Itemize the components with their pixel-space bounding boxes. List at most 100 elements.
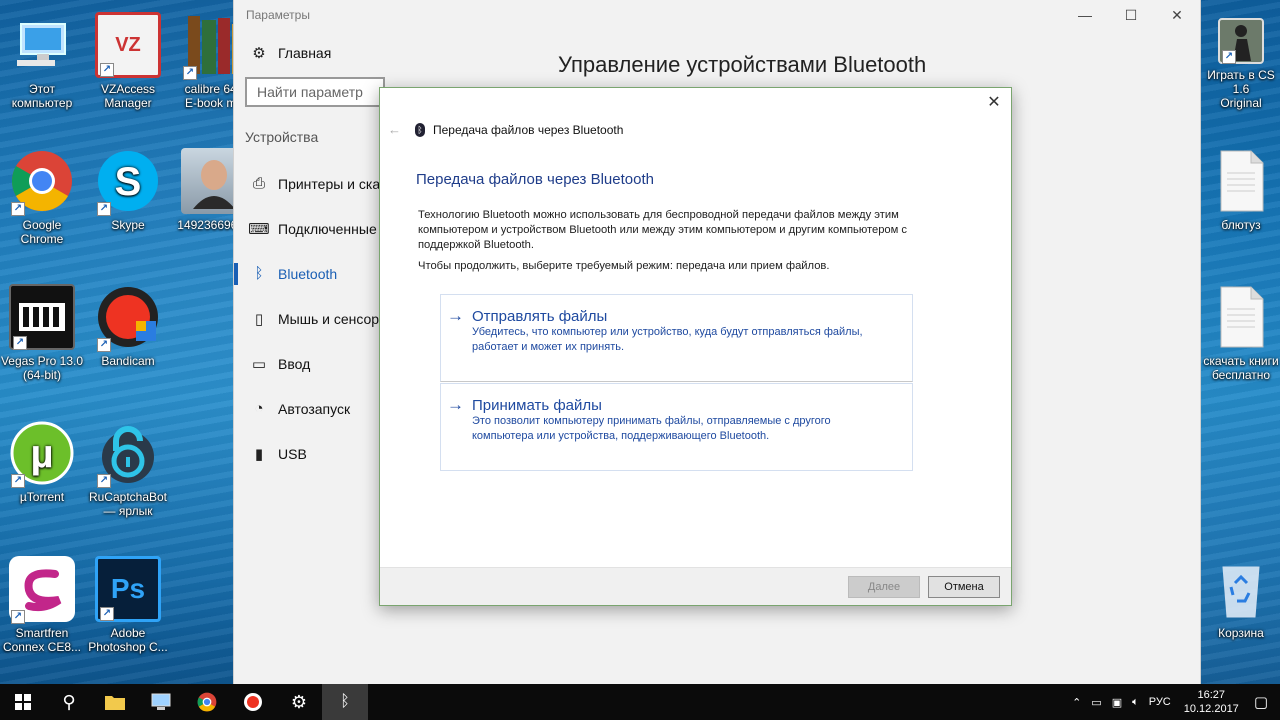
- window-title: Параметры: [246, 8, 310, 22]
- language-indicator[interactable]: РУС: [1149, 696, 1171, 708]
- desktop-icon-vegas[interactable]: ↗ Vegas Pro 13.0 (64-bit): [0, 284, 84, 382]
- keyboard-icon: ▭: [251, 355, 267, 373]
- taskbar-settings[interactable]: ⚙: [276, 684, 322, 720]
- usb-icon: ▮: [254, 445, 264, 463]
- sidebar-group-heading: Устройства: [245, 129, 319, 145]
- computer-icon: [151, 693, 171, 710]
- windows-logo-icon: [15, 694, 31, 710]
- sidebar-item-bluetooth[interactable]: ᛒ Bluetooth: [234, 251, 384, 296]
- taskbar-bluetooth[interactable]: ᛒ: [322, 684, 368, 720]
- dialog-header: ← ᛒ Передача файлов через Bluetooth: [388, 122, 623, 137]
- shortcut-arrow-icon: ↗: [97, 474, 111, 488]
- this-pc-icon: [9, 12, 75, 78]
- search-input[interactable]: Найти параметр: [245, 77, 385, 107]
- desktop-icon-this-pc[interactable]: Этот компьютер: [0, 12, 84, 110]
- sidebar-item-label: Принтеры и ска: [278, 175, 381, 192]
- dialog-header-title: Передача файлов через Bluetooth: [433, 122, 624, 137]
- taskbar: ⚲ ⚙ ᛒ ⌃ ▭ ▣ 🔈︎ РУС 16:27 10.12.2017 ▢: [0, 684, 1280, 720]
- desktop-icon-smartfren[interactable]: ↗ Smartfren Connex CE8...: [0, 556, 84, 654]
- vegas-icon: ↗: [9, 284, 75, 350]
- sidebar-item-label: Автозапуск: [278, 400, 351, 417]
- sidebar-item-label: Bluetooth: [278, 265, 338, 282]
- sidebar-item-home[interactable]: ⚙ Главная: [234, 30, 384, 75]
- receive-files-option[interactable]: → Принимать файлы Это позволит компьютер…: [440, 383, 913, 471]
- power-plug-icon[interactable]: ▭: [1091, 696, 1101, 709]
- cs-icon: ↗: [1218, 18, 1264, 64]
- close-dialog-button[interactable]: ✕: [983, 92, 1005, 114]
- shortcut-arrow-icon: ↗: [13, 336, 27, 350]
- bandicam-icon: ↗: [95, 284, 161, 352]
- search-button[interactable]: ⚲: [46, 684, 92, 720]
- folder-icon: [105, 696, 125, 710]
- gear-icon: ⚙: [252, 44, 266, 62]
- chevron-up-icon[interactable]: ⌃: [1072, 696, 1081, 709]
- text-file-icon: [1208, 148, 1274, 214]
- arrow-right-icon: →: [447, 395, 464, 414]
- maximize-button[interactable]: ☐: [1108, 0, 1154, 30]
- volume-icon[interactable]: 🔈︎: [1132, 696, 1139, 709]
- start-button[interactable]: [0, 684, 46, 720]
- taskbar-computer[interactable]: [138, 684, 184, 720]
- bluetooth-icon: ᛒ: [254, 265, 264, 282]
- shortcut-arrow-icon: ↗: [11, 610, 25, 624]
- settings-sidebar: ⚙ Главная Найти параметр Устройства ⎙ Пр…: [234, 30, 385, 476]
- cancel-button[interactable]: Отмена: [928, 576, 1000, 598]
- minimize-button[interactable]: —: [1062, 0, 1108, 30]
- close-window-button[interactable]: ✕: [1154, 0, 1200, 30]
- desktop-icon-chrome[interactable]: ↗ Google Chrome: [0, 148, 84, 246]
- sidebar-item-usb[interactable]: ▮ USB: [234, 431, 384, 476]
- shortcut-arrow-icon: ↗: [183, 66, 197, 80]
- option-title: Отправлять файлы: [472, 307, 608, 325]
- recycle-bin-icon: [1208, 556, 1274, 622]
- next-button[interactable]: Далее: [848, 576, 920, 598]
- desktop-icon-rucaptcha[interactable]: ↗ RuCaptchaBot — ярлык: [86, 420, 170, 518]
- autoplay-icon: ◔: [254, 400, 264, 417]
- sidebar-item-label: Главная: [278, 44, 332, 61]
- dialog-heading: Передача файлов через Bluetooth: [416, 171, 654, 188]
- shortcut-arrow-icon: ↗: [100, 607, 114, 621]
- clock[interactable]: 16:27 10.12.2017: [1184, 688, 1239, 716]
- desktop-icon-recycle-bin[interactable]: Корзина: [1199, 556, 1280, 640]
- sidebar-item-printers[interactable]: ⎙ Принтеры и ска: [234, 161, 384, 206]
- desktop-icon-utorrent[interactable]: µ ↗ µTorrent: [0, 420, 84, 504]
- smartfren-icon: ↗: [9, 556, 75, 624]
- clock-date: 10.12.2017: [1183, 703, 1239, 715]
- sidebar-item-mouse[interactable]: ▯ Мышь и сенсор: [234, 296, 384, 341]
- printer-icon: ⎙: [252, 175, 265, 192]
- option-title: Принимать файлы: [472, 396, 602, 414]
- send-files-option[interactable]: → Отправлять файлы Убедитесь, что компью…: [440, 294, 913, 382]
- desktop-icon-bandicam[interactable]: ↗ Bandicam: [86, 284, 170, 368]
- option-description: Убедитесь, что компьютер или устройство,…: [472, 326, 863, 353]
- chrome-icon: [197, 692, 217, 712]
- taskbar-bandicam[interactable]: [230, 684, 276, 720]
- gear-icon: ⚙: [290, 691, 308, 712]
- sidebar-item-connected-devices[interactable]: ⌨ Подключенные: [234, 206, 384, 251]
- desktop-icon-vzaccess[interactable]: VZ ↗ VZAccess Manager: [86, 12, 170, 110]
- vzaccess-icon: VZ ↗: [95, 12, 161, 78]
- skype-icon: S ↗: [95, 148, 161, 216]
- search-icon: ⚲: [62, 691, 76, 712]
- desktop-icon-books-file[interactable]: скачать книги бесплатно: [1199, 284, 1280, 382]
- desktop-icon-bluetooth-file[interactable]: блютуз: [1199, 148, 1280, 232]
- dialog-footer: Далее Отмена: [380, 567, 1011, 605]
- clock-time: 16:27: [1197, 689, 1226, 701]
- desktop-icon-cs[interactable]: ↗ Играть в CS 1.6 Original: [1199, 18, 1280, 110]
- svg-text:S: S: [115, 160, 142, 204]
- taskbar-chrome[interactable]: [184, 684, 230, 720]
- desktop-icon-photoshop[interactable]: Ps ↗ Adobe Photoshop C...: [86, 556, 170, 654]
- window-controls: — ☐ ✕: [1062, 0, 1200, 30]
- page-title: Управление устройствами Bluetooth: [558, 52, 927, 77]
- dialog-description: Технологию Bluetooth можно использовать …: [418, 209, 908, 251]
- desktop-icon-skype[interactable]: S ↗ Skype: [86, 148, 170, 232]
- shortcut-arrow-icon: ↗: [11, 474, 25, 488]
- notifications-icon[interactable]: ▢: [1254, 693, 1268, 711]
- taskbar-explorer[interactable]: [92, 684, 138, 720]
- text-file-icon: [1208, 284, 1274, 350]
- sidebar-item-autoplay[interactable]: ◔ Автозапуск: [234, 386, 384, 431]
- back-arrow-icon[interactable]: ←: [388, 122, 401, 137]
- sidebar-item-label: Подключенные: [278, 220, 377, 237]
- network-icon[interactable]: ▣: [1112, 696, 1122, 709]
- utorrent-icon: µ ↗: [9, 420, 75, 488]
- sidebar-item-typing[interactable]: ▭ Ввод: [234, 341, 384, 386]
- sidebar-item-label: Мышь и сенсор: [278, 310, 380, 327]
